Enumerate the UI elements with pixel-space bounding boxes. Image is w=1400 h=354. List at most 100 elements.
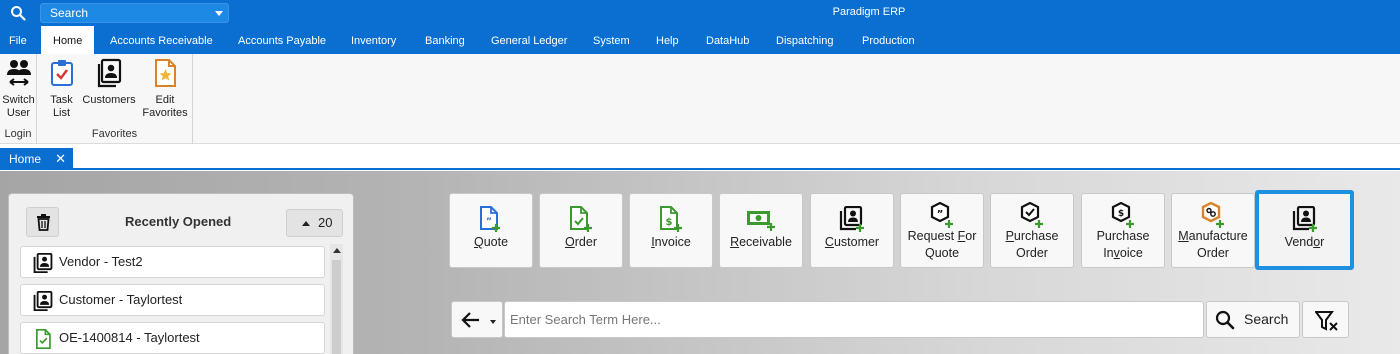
recently-opened-title: Recently Opened	[125, 214, 232, 229]
recent-item-label: OE-1400814 - Taylortest	[59, 330, 200, 345]
ribbon-group-login: Switch User Login	[0, 54, 37, 144]
ribbon-group-favorites: Task List Customers Edit Favorites Favor…	[37, 54, 193, 144]
new-vendor-button[interactable]: Vendor	[1255, 190, 1354, 270]
clear-filter-button[interactable]	[1302, 301, 1349, 338]
menu-help[interactable]: Help	[656, 26, 679, 54]
switch-user-icon	[6, 60, 31, 86]
menu-dispatching[interactable]: Dispatching	[776, 26, 833, 54]
task-list-label-1: Task	[50, 94, 73, 106]
menu-accounts-receivable[interactable]: Accounts Receivable	[110, 26, 213, 54]
new-purchase-order-button[interactable]: Purchase Order	[990, 193, 1074, 268]
new-request-for-quote-button[interactable]: ” Request For Quote	[900, 193, 984, 268]
svg-text:”: ”	[937, 209, 944, 220]
new-order-button[interactable]: Order	[539, 193, 623, 268]
menu-accounts-payable[interactable]: Accounts Payable	[238, 26, 326, 54]
recent-item-label: Customer - Taylortest	[59, 292, 183, 307]
menu-datahub[interactable]: DataHub	[706, 26, 749, 54]
switch-user-label-1: Switch	[2, 94, 35, 106]
document-tab-strip: Home ✕	[0, 145, 1400, 170]
edit-favorites-button[interactable]: Edit Favorites	[141, 58, 189, 120]
list-item[interactable]: Customer - Taylortest	[20, 284, 325, 316]
customers-button[interactable]: Customers	[81, 58, 137, 107]
arrow-left-icon	[461, 312, 479, 328]
workspace: Recently Opened 20 Vendor - Test2 Custom…	[0, 171, 1400, 354]
chevron-down-icon[interactable]	[490, 320, 496, 324]
recent-count-button[interactable]: 20	[286, 209, 343, 237]
new-quote-button[interactable]: ” Quote	[449, 193, 533, 268]
tile-label-line-1: Manufacture	[1178, 229, 1248, 243]
vendor-add-icon	[1292, 206, 1317, 232]
money-add-icon	[747, 211, 775, 231]
menu-inventory[interactable]: Inventory	[351, 26, 396, 54]
tile-label: Receivable	[730, 235, 792, 249]
edit-favorites-label-2: Favorites	[142, 107, 188, 119]
menu-home[interactable]: Home	[41, 26, 95, 55]
clear-recent-button[interactable]	[26, 207, 59, 237]
customers-icon	[97, 58, 122, 88]
switch-user-button[interactable]: Switch User	[1, 58, 36, 120]
quote-document-add-icon: ”	[480, 206, 500, 232]
svg-text:$: $	[666, 217, 673, 228]
svg-text:$: $	[1118, 209, 1124, 219]
list-item[interactable]: Vendor - Test2	[20, 246, 325, 278]
scrollbar-thumb[interactable]	[332, 260, 341, 354]
app-title: Paradigm ERP	[832, 6, 906, 18]
trash-icon	[37, 214, 50, 231]
title-bar: Search Paradigm ERP	[0, 0, 1400, 26]
order-document-icon	[36, 329, 51, 349]
vendor-icon	[33, 253, 53, 273]
customer-icon	[33, 291, 53, 311]
new-manufacture-order-button[interactable]: Manufacture Order	[1171, 193, 1255, 268]
recent-list-scrollbar[interactable]	[330, 244, 343, 354]
menu-general-ledger[interactable]: General Ledger	[491, 26, 567, 54]
menu-file[interactable]: File	[9, 26, 27, 54]
favorites-star-icon	[155, 59, 176, 87]
tile-label: Order	[565, 235, 597, 249]
menu-banking[interactable]: Banking	[425, 26, 465, 54]
order-document-add-icon	[570, 206, 592, 232]
manufacture-order-add-icon	[1201, 202, 1224, 228]
purchase-order-add-icon	[1020, 202, 1043, 228]
invoice-document-add-icon: $	[660, 206, 682, 232]
new-customer-button[interactable]: Customer	[810, 193, 894, 268]
close-icon[interactable]: ✕	[55, 148, 66, 170]
task-list-label-2: List	[52, 107, 71, 119]
switch-user-label-2: User	[6, 107, 31, 119]
ribbon: Switch User Login Task List Customers Ed…	[0, 54, 1400, 144]
chevron-up-icon	[302, 221, 310, 226]
ribbon-group-label-favorites: Favorites	[91, 128, 138, 140]
menu-production[interactable]: Production	[862, 26, 915, 54]
search-button[interactable]: Search	[1206, 301, 1300, 338]
clear-filter-icon	[1315, 311, 1338, 331]
tile-label-line-2: Order	[1016, 246, 1048, 260]
new-invoice-button[interactable]: $ Invoice	[629, 193, 713, 268]
scroll-up-arrow-icon[interactable]	[333, 248, 341, 253]
search-input[interactable]	[504, 301, 1204, 338]
search-button-label: Search	[1244, 311, 1289, 327]
tab-home[interactable]: Home ✕	[0, 148, 73, 170]
new-purchase-invoice-button[interactable]: $ Purchase Invoice	[1081, 193, 1165, 268]
tile-label-line-1: Purchase	[1005, 229, 1059, 243]
main-menu: File Home Accounts Receivable Accounts P…	[0, 26, 1400, 55]
search-icon	[1215, 310, 1235, 330]
tile-label-line-1: Purchase	[1096, 229, 1150, 243]
customers-label: Customers	[82, 94, 136, 106]
recent-item-label: Vendor - Test2	[59, 254, 143, 269]
task-list-icon	[50, 60, 73, 86]
tile-label: Customer	[824, 235, 880, 249]
list-item[interactable]: OE-1400814 - Taylortest	[20, 322, 325, 354]
purchase-invoice-add-icon: $	[1111, 202, 1134, 228]
task-list-button[interactable]: Task List	[44, 58, 79, 120]
menu-system[interactable]: System	[593, 26, 630, 54]
recent-count-value: 20	[318, 215, 333, 230]
new-receivable-button[interactable]: Receivable	[719, 193, 803, 268]
recently-opened-panel: Recently Opened 20 Vendor - Test2 Custom…	[8, 193, 354, 354]
tile-label-line-2: Quote	[924, 246, 960, 260]
tile-label: Invoice	[651, 235, 691, 249]
back-button[interactable]	[451, 301, 503, 338]
edit-favorites-label-1: Edit	[155, 94, 175, 106]
tile-label: Quote	[473, 235, 509, 249]
tile-label: Vendor	[1284, 235, 1325, 249]
svg-text:”: ”	[486, 217, 492, 227]
rfq-add-icon: ”	[930, 202, 953, 228]
